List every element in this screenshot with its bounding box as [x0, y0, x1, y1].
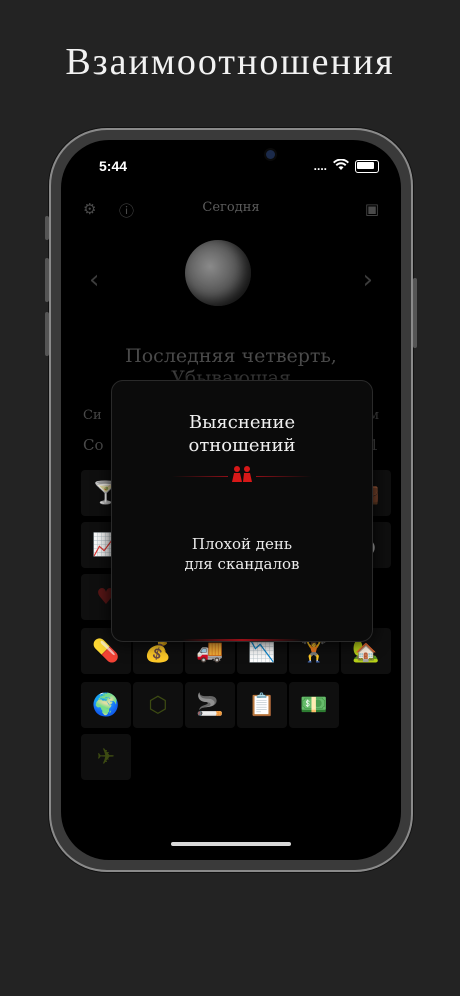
grid-icon-cell[interactable]: 📋 [237, 682, 287, 728]
signal-icon: .... [313, 159, 327, 173]
home-indicator[interactable] [171, 842, 291, 846]
modal-desc-line1: Плохой день [191, 535, 293, 553]
moon-phase-line1: Последняя четверть, [125, 345, 337, 367]
status-bar: 5:44 .... [61, 140, 401, 184]
relationship-modal[interactable]: Выяснение отношений Плохой день для скан… [111, 380, 373, 642]
volume-down-button [45, 312, 49, 356]
power-button [413, 278, 417, 348]
modal-description: Плохой день для скандалов [112, 534, 372, 574]
grid-icon-cell[interactable]: 🚬 [185, 682, 235, 728]
status-icons: .... [314, 158, 379, 174]
status-time: 5:44 [99, 158, 128, 174]
mute-switch [45, 216, 49, 240]
grid-icon-cell[interactable]: 💵 [289, 682, 339, 728]
couple-icon [228, 465, 256, 487]
modal-title-line1: Выяснение [188, 412, 296, 433]
modal-bottom-accent [182, 639, 302, 641]
top-bar-title: Сегодня [202, 200, 260, 215]
phone-frame: 5:44 .... ⚙ ⓘ Сегодня ▣ ‹ › Последняя че… [45, 128, 417, 872]
top-bar: ⚙ ⓘ Сегодня ▣ [61, 200, 401, 224]
front-camera [266, 150, 275, 159]
chevron-right-icon[interactable]: › [363, 265, 373, 295]
calendar-icon[interactable]: ▣ [365, 200, 379, 218]
grid-icon-cell[interactable]: 🌍 [81, 682, 131, 728]
wifi-icon [333, 158, 349, 174]
screen-banner-title: Взаимоотношения [65, 41, 395, 83]
info-row1-left: Си [83, 408, 102, 423]
info-row2-left: Со [83, 436, 104, 454]
modal-title: Выяснение отношений [112, 411, 372, 457]
chevron-left-icon[interactable]: ‹ [89, 265, 99, 295]
volume-up-button [45, 258, 49, 302]
moon-image [185, 240, 251, 306]
battery-icon [355, 159, 379, 173]
app-screen: 5:44 .... ⚙ ⓘ Сегодня ▣ ‹ › Последняя че… [61, 140, 401, 860]
grid-icon-cell[interactable]: ⬡ [133, 682, 183, 728]
modal-desc-line2: для скандалов [184, 555, 300, 573]
modal-title-line2: отношений [188, 435, 296, 456]
grid-icon-cell[interactable]: ✈ [81, 734, 131, 780]
